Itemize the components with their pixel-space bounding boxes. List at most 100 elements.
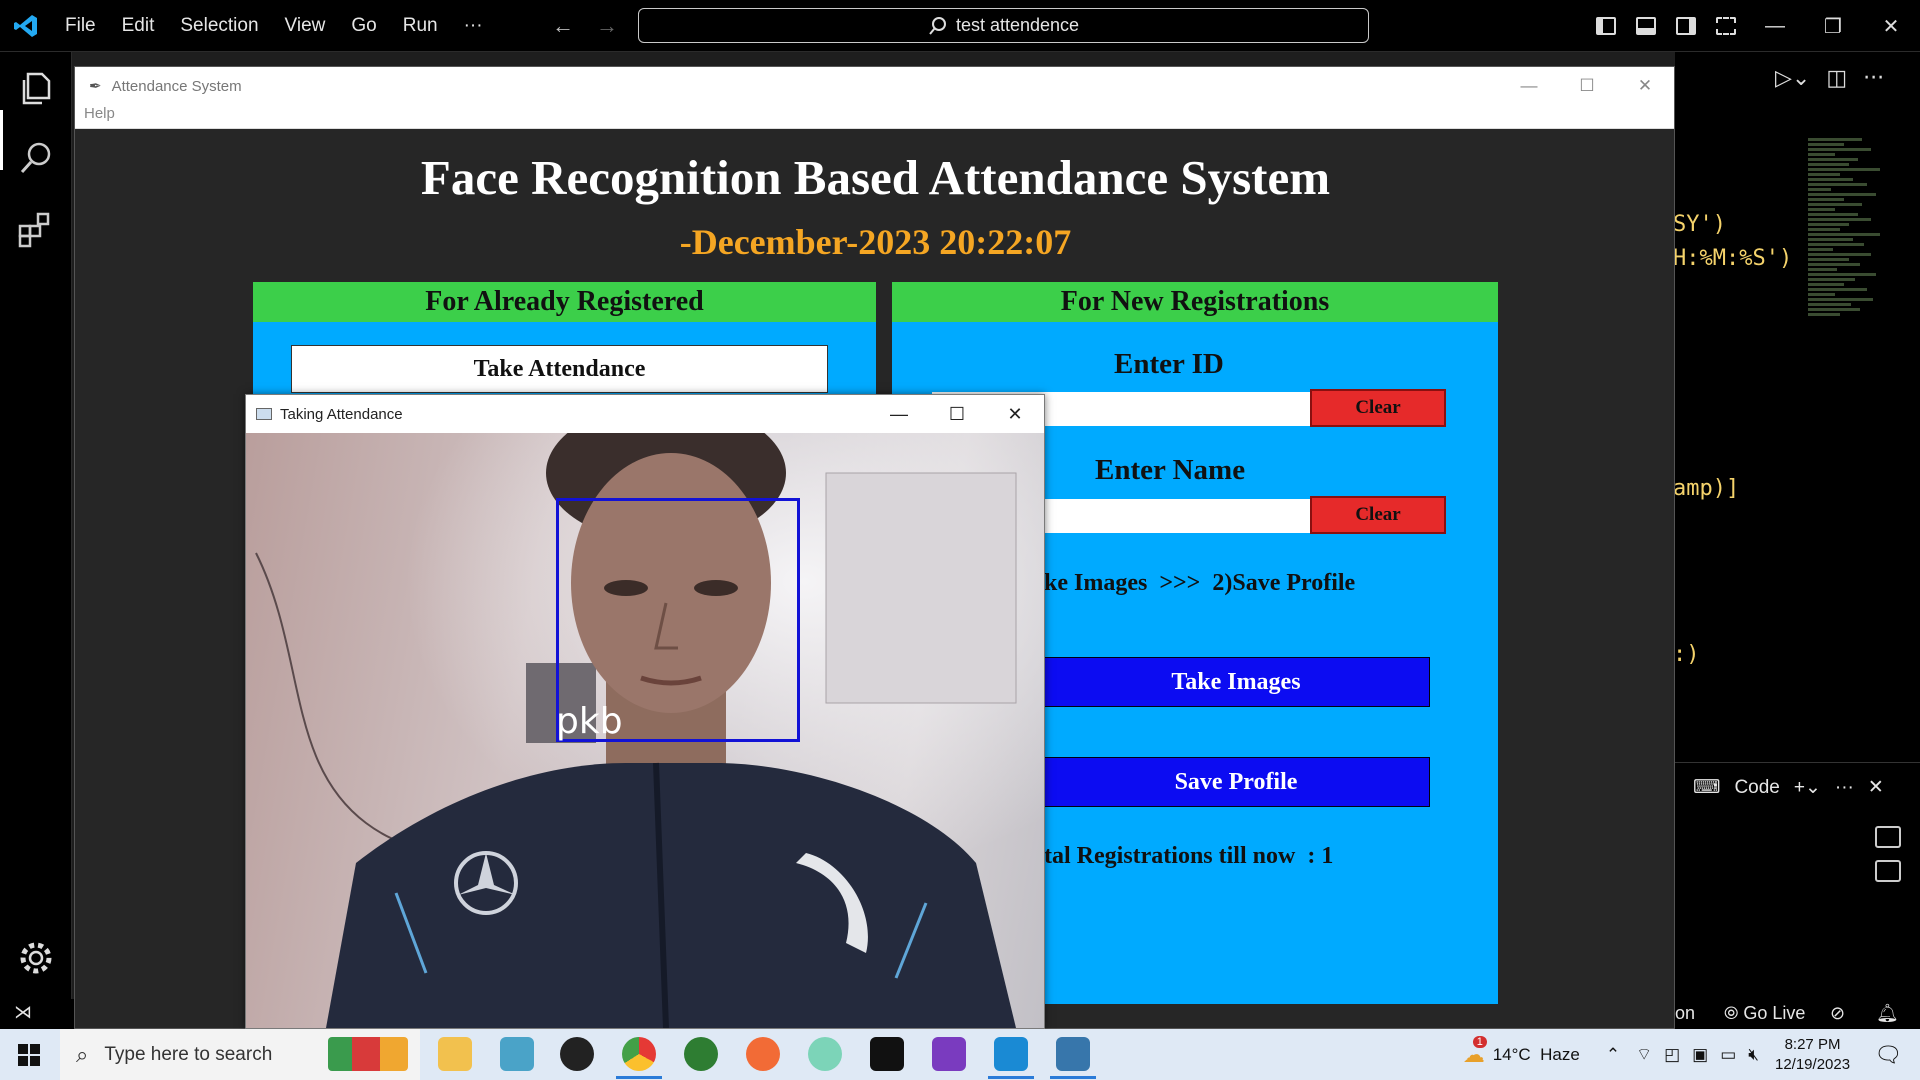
chevron-up-icon[interactable]: ⌃ [1606, 1045, 1620, 1065]
layout-controls [1596, 0, 1736, 52]
menu-selection[interactable]: Selection [167, 0, 271, 52]
code-line: SY') [1673, 212, 1726, 237]
meet-icon[interactable]: ◰ [1664, 1045, 1680, 1065]
datetime-display: -December-2023 20:22:07 [679, 222, 1072, 262]
clear-name-button[interactable]: Clear [1310, 496, 1446, 534]
clock[interactable]: 8:27 PM 12/19/2023 [1775, 1035, 1850, 1075]
gear-icon[interactable] [16, 938, 56, 978]
menu-more[interactable]: ··· [451, 0, 496, 52]
minimize-icon[interactable]: — [870, 395, 928, 433]
clear-id-button[interactable]: Clear [1310, 389, 1446, 427]
menu-run[interactable]: Run [390, 0, 451, 52]
active-app-indicator [988, 1076, 1034, 1079]
remote-icon[interactable]: ⋊ [14, 1002, 32, 1023]
run-icon[interactable]: ▷⌄ [1775, 66, 1810, 91]
camera-feed: pkb [246, 433, 1044, 1028]
close-panel-icon[interactable]: ✕ [1868, 776, 1884, 799]
display-icon[interactable]: ▣ [1692, 1045, 1708, 1065]
search-icon[interactable] [16, 138, 56, 178]
toggle-primary-sidebar-icon[interactable] [1596, 17, 1616, 35]
menu-help[interactable]: Help [84, 105, 115, 122]
split-editor-icon[interactable]: ◫ [1826, 66, 1847, 91]
more-actions-icon[interactable]: ··· [1863, 66, 1884, 91]
file-explorer-icon[interactable] [438, 1037, 472, 1071]
instructions-text: ake Images >>> 2)Save Profile [1032, 570, 1356, 596]
minimize-icon[interactable]: — [1500, 67, 1558, 105]
weather-icon[interactable]: ☁ 1 [1463, 1035, 1487, 1068]
search-icon [929, 16, 946, 35]
media-player-icon[interactable] [560, 1037, 594, 1071]
notifications-off-icon[interactable]: ⊘ [1830, 1003, 1845, 1024]
active-indicator [0, 110, 3, 170]
windows-taskbar: ⌕ Type here to search ☁ 1 14°C Haze ⌃ ⌔ ◰… [0, 1029, 1920, 1080]
command-center-search[interactable]: test attendence [638, 8, 1369, 43]
minimap[interactable] [1808, 138, 1898, 758]
gifts-icon [328, 1037, 408, 1071]
enter-name-label: Enter Name [1095, 454, 1246, 486]
close-icon[interactable]: ✕ [1616, 67, 1674, 105]
save-profile-button[interactable]: Save Profile [1042, 757, 1430, 807]
visual-studio-icon[interactable] [932, 1037, 966, 1071]
weather-text[interactable]: 14°C Haze [1493, 1045, 1580, 1065]
taskbar-search-placeholder: Type here to search [104, 1043, 273, 1065]
go-live-label: Go Live [1743, 1003, 1806, 1023]
vscode-logo-icon[interactable] [0, 0, 52, 52]
more-actions-icon[interactable]: ··· [1835, 777, 1854, 799]
vscode-taskbar-icon[interactable] [994, 1037, 1028, 1071]
desktop: File Edit Selection View Go Run ··· ← → … [0, 0, 1920, 1080]
system-tray: ☁ 1 14°C Haze ⌃ ⌔ ◰ ▣ ▭ 🔇︎ 8:27 PM 12/19/… [1463, 1029, 1920, 1080]
terminal-panel[interactable] [1675, 812, 1920, 1029]
menu-go[interactable]: Go [338, 0, 389, 52]
forward-arrow-icon[interactable]: → [596, 13, 618, 39]
menu-edit[interactable]: Edit [109, 0, 168, 52]
terminal-instance-icon[interactable] [1875, 860, 1901, 882]
maximize-icon[interactable]: ☐ [1558, 67, 1616, 105]
chrome-icon[interactable] [622, 1037, 656, 1071]
terminal-panel-header: ⌨ Code +⌄ ··· ✕ [1675, 762, 1920, 812]
toggle-panel-icon[interactable] [1636, 17, 1656, 35]
code-line: :) [1673, 642, 1700, 667]
explorer-icon[interactable] [16, 68, 56, 108]
new-terminal-icon[interactable]: +⌄ [1794, 776, 1821, 799]
status-language[interactable]: on [1675, 1003, 1695, 1024]
taskbar-search[interactable]: ⌕ Type here to search [60, 1029, 420, 1080]
notification-center-icon[interactable]: 🗨︎ [1874, 1042, 1902, 1068]
notepad-icon[interactable] [500, 1037, 534, 1071]
terminal-instance-icon[interactable] [1875, 826, 1901, 848]
registered-frame-header: For Already Registered [253, 282, 876, 322]
battery-icon[interactable]: ▭ [1720, 1045, 1736, 1065]
python-icon[interactable] [1056, 1037, 1090, 1071]
app-icon[interactable] [808, 1037, 842, 1071]
extensions-icon[interactable] [16, 210, 56, 250]
vscode-menu: File Edit Selection View Go Run ··· [52, 0, 496, 52]
close-icon[interactable]: ✕ [986, 395, 1044, 433]
close-icon[interactable]: ✕ [1862, 14, 1920, 39]
mongodb-icon[interactable] [684, 1037, 718, 1071]
search-text: test attendence [955, 15, 1080, 35]
go-live-button[interactable]: ⦾ Go Live [1724, 1003, 1805, 1024]
minimize-icon[interactable]: — [1746, 15, 1804, 38]
terminal-label[interactable]: Code [1734, 777, 1779, 799]
camera-window: Taking Attendance — ☐ ✕ pkb [245, 394, 1045, 1029]
postman-icon[interactable] [746, 1037, 780, 1071]
menu-view[interactable]: View [272, 0, 339, 52]
volume-muted-icon[interactable]: 🔇︎ [1748, 1045, 1759, 1065]
toggle-secondary-sidebar-icon[interactable] [1676, 17, 1696, 35]
weather-badge: 1 [1472, 1035, 1487, 1048]
maximize-icon[interactable]: ☐ [928, 395, 986, 433]
page-title: Face Recognition Based Attendance System [420, 150, 1331, 205]
bell-icon[interactable]: 🔔︎ [1876, 1003, 1899, 1024]
take-images-button[interactable]: Take Images [1042, 657, 1430, 707]
windows-start-icon[interactable] [18, 1044, 40, 1066]
back-arrow-icon[interactable]: ← [552, 13, 574, 39]
terminal-icon: ⌨ [1693, 777, 1721, 798]
network-icon[interactable]: ⌔ [1636, 1044, 1652, 1065]
menu-file[interactable]: File [52, 0, 109, 52]
take-attendance-button[interactable]: Take Attendance [291, 345, 828, 393]
registrations-count: otal Registrations till now : 1 [1032, 843, 1334, 869]
clock-date: 12/19/2023 [1774, 1055, 1851, 1073]
customize-layout-icon[interactable] [1716, 17, 1736, 35]
restore-icon[interactable]: ❐ [1804, 14, 1862, 39]
intellij-icon[interactable] [870, 1037, 904, 1071]
menubar: Help [75, 105, 1674, 129]
